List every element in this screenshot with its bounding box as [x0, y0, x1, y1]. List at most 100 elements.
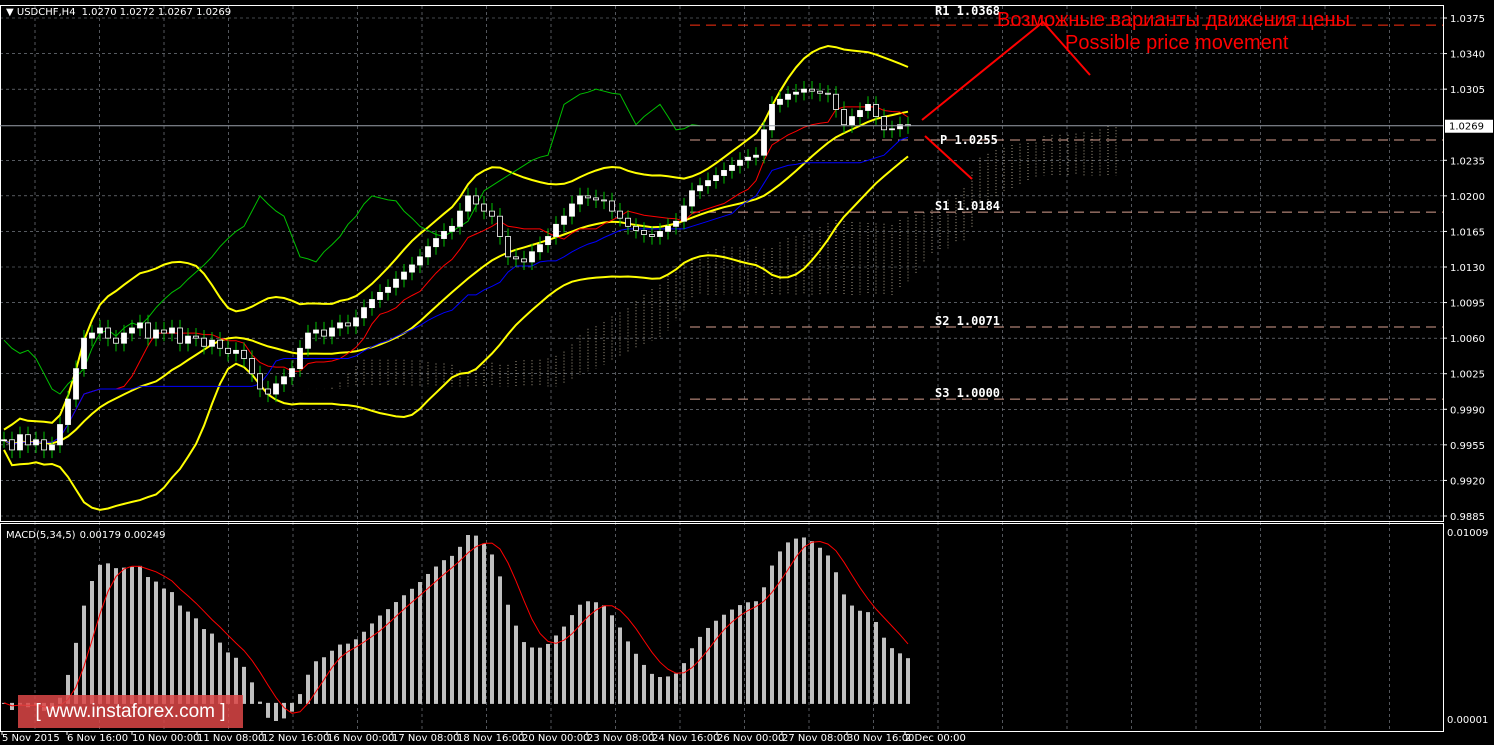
macd-bar	[250, 682, 254, 704]
macd-bar	[10, 702, 14, 710]
macd-bar	[826, 555, 830, 704]
candle-bull	[393, 278, 399, 288]
x-tick-label: 24 Nov 16:00	[652, 733, 719, 744]
candle-bull	[801, 88, 807, 93]
macd-bar	[754, 601, 758, 704]
pivot-label-r1: R1 1.0368	[935, 4, 1000, 18]
x-tick-label: 23 Nov 08:00	[587, 733, 654, 744]
macd-bar	[610, 615, 614, 704]
candle-bear	[217, 339, 223, 349]
macd-bar	[402, 595, 406, 704]
candle-bull	[305, 332, 311, 349]
macd-bar	[354, 639, 358, 704]
macd-bar	[618, 627, 622, 704]
macd-bar	[138, 565, 142, 704]
candle-bull	[337, 322, 343, 329]
macd-bar	[746, 602, 750, 704]
current-price-label: 1.0269	[1449, 122, 1484, 133]
macd-bar	[506, 604, 510, 704]
candle-bull	[673, 220, 679, 227]
pivot-label-p: P 1.0255	[940, 133, 998, 147]
candle-bull	[209, 339, 215, 347]
candle-bull	[721, 170, 727, 176]
candle-bull	[713, 175, 719, 182]
candle-bear	[9, 439, 15, 451]
candle-bull	[729, 164, 735, 171]
x-tick-label: 17 Nov 08:00	[392, 733, 459, 744]
candle-bull	[273, 383, 279, 395]
macd-bar	[130, 566, 134, 704]
macd-bar	[818, 547, 822, 704]
candle-bear	[841, 109, 847, 126]
candle-bull	[561, 215, 567, 225]
macd-bar	[274, 702, 278, 721]
candle-bear	[625, 217, 631, 227]
pivot-label-s2: S2 1.0071	[935, 314, 1000, 328]
candle-bull	[449, 225, 455, 232]
candle-bear	[505, 236, 511, 258]
y-tick-label: 1.0025	[1450, 370, 1485, 381]
macd-bar	[426, 573, 430, 704]
macd-bar	[562, 626, 566, 704]
x-tick-label: 6 Nov 16:00	[67, 733, 128, 744]
macd-bar	[498, 576, 502, 704]
candle-bull	[57, 424, 63, 446]
candle-bear	[809, 88, 815, 92]
candle-bear	[489, 210, 495, 217]
macd-bar	[898, 653, 902, 704]
candle-bear	[633, 225, 639, 231]
candle-bull	[233, 349, 239, 354]
candle-bull	[577, 195, 583, 205]
macd-bar	[154, 581, 158, 704]
candle-bull	[81, 337, 87, 370]
price-chart[interactable]: R1 1.0368 P 1.0255 S1 1.0184 S2 1.0071 S3 1.…	[0, 0, 1494, 745]
ichimoku-cloud	[331, 125, 1117, 389]
macd-bar	[602, 605, 606, 704]
candle-bull	[465, 195, 471, 212]
candle-bull	[137, 322, 143, 329]
macd-bar	[778, 551, 782, 704]
macd-min-label: 0.00001	[1447, 715, 1488, 726]
macd-bar	[378, 615, 382, 704]
annotation-en: Possible price movement	[1065, 32, 1289, 54]
y-tick-label: 1.0060	[1450, 334, 1485, 345]
candle-bear	[513, 256, 519, 260]
macd-bar	[522, 642, 526, 704]
macd-bar	[162, 588, 166, 704]
macd-bar	[434, 566, 438, 704]
macd-bar	[330, 650, 334, 704]
y-tick-label: 1.0095	[1450, 299, 1485, 310]
candle-bull	[745, 156, 751, 161]
candle-bull	[33, 439, 39, 446]
candle-bear	[25, 434, 31, 446]
candle-bear	[617, 210, 623, 219]
macd-bar	[874, 622, 878, 704]
macd-bar	[546, 643, 550, 704]
y-tick-label: 0.9920	[1450, 476, 1485, 487]
x-tick-label: 12 Nov 16:00	[262, 733, 329, 744]
macd-bar	[458, 546, 462, 704]
macd-bar	[98, 564, 102, 704]
candle-bull	[665, 225, 671, 232]
macd-bar	[210, 633, 214, 704]
macd-bar	[122, 567, 126, 704]
macd-bar	[106, 563, 110, 704]
macd-bar	[442, 560, 446, 704]
macd-bar	[738, 605, 742, 704]
candle-bear	[249, 358, 255, 375]
macd-bar	[634, 653, 638, 704]
candle-bull	[529, 251, 535, 263]
macd-max-label: 0.01009	[1447, 528, 1488, 539]
x-tick-label: 18 Nov 16:00	[457, 733, 524, 744]
macd-bar	[170, 592, 174, 704]
bollinger-middle	[3, 110, 909, 447]
candle-bear	[201, 337, 207, 347]
macd-bar	[858, 610, 862, 704]
x-tick-label: 27 Nov 08:00	[782, 733, 849, 744]
x-tick-label: 5 Nov 2015	[2, 733, 60, 744]
macd-bar	[570, 615, 574, 704]
candle-bull	[865, 103, 871, 111]
x-tick-label: 11 Nov 08:00	[197, 733, 264, 744]
candle-bull	[89, 332, 95, 339]
macd-bar	[762, 587, 766, 704]
